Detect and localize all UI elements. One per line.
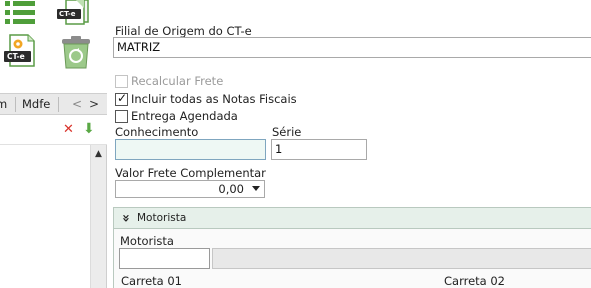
chevron-down-icon: [252, 186, 260, 191]
tab-prev-arrow-icon[interactable]: <: [72, 94, 82, 115]
motorista-panel-header[interactable]: » Motorista: [113, 207, 591, 229]
motorista-code-input[interactable]: [119, 248, 210, 269]
left-list-toolbar: ✕ ⬇: [0, 115, 107, 145]
tab-mdfe[interactable]: Mdfe: [22, 94, 50, 115]
recalcular-frete-row: Recalcular Frete: [115, 74, 255, 89]
cte-document-icon[interactable]: CT-e: [56, 0, 92, 26]
cte-badge-text: CT-e: [59, 10, 76, 18]
recycle-bin-icon[interactable]: [60, 36, 92, 70]
conhecimento-input[interactable]: [115, 139, 266, 160]
serie-label: Série: [272, 125, 302, 139]
entrega-agendada-label: Entrega Agendada: [131, 109, 238, 123]
scroll-up-arrow-icon[interactable]: ▲: [91, 147, 106, 161]
incluir-notas-row: ✓ Incluir todas as Notas Fiscais: [115, 91, 315, 107]
left-list: [0, 145, 90, 288]
entrega-agendada-row: Entrega Agendada: [115, 109, 255, 124]
list-icon[interactable]: [4, 0, 36, 26]
incluir-notas-checkbox[interactable]: ✓: [115, 91, 128, 106]
left-tabstrip: m Mdfe < >: [0, 93, 107, 115]
tab-divider: [15, 97, 16, 112]
delete-icon[interactable]: ✕: [63, 123, 74, 137]
entrega-agendada-checkbox[interactable]: [115, 110, 128, 123]
tab-next-arrow-icon[interactable]: >: [89, 94, 99, 115]
conhecimento-label: Conhecimento: [115, 125, 199, 139]
incluir-notas-label: Incluir todas as Notas Fiscais: [131, 92, 297, 106]
recalcular-frete-checkbox[interactable]: [115, 75, 128, 88]
recalcular-frete-label: Recalcular Frete: [131, 74, 224, 88]
carreta2-label: Carreta 02: [444, 274, 505, 288]
motorista-name-field: [212, 248, 591, 269]
collapse-chevron-icon[interactable]: »: [117, 214, 134, 222]
filial-field[interactable]: MATRIZ: [113, 37, 591, 58]
left-list-scrollbar[interactable]: ▲: [90, 145, 106, 288]
download-arrow-icon[interactable]: ⬇: [83, 122, 95, 137]
filial-label: Filial de Origem do CT-e: [115, 24, 252, 38]
toolbar-icon-grid: CT-e CT-e: [0, 0, 107, 93]
tab-partial[interactable]: m: [0, 94, 14, 115]
valor-frete-value: 0,00: [218, 182, 244, 196]
motorista-panel-body: Motorista Carreta 01 Carreta 02: [113, 229, 591, 288]
valor-frete-dropdown[interactable]: 0,00: [115, 180, 265, 198]
motorista-panel-title: Motorista: [137, 212, 187, 224]
cte-badge-text: CT-e: [7, 52, 25, 61]
tab-divider: [58, 97, 59, 112]
cte-settings-icon[interactable]: CT-e: [4, 34, 38, 68]
serie-input[interactable]: 1: [271, 139, 367, 160]
checkmark-icon: ✓: [117, 91, 128, 105]
carreta1-label: Carreta 01: [121, 274, 182, 288]
left-pane: CT-e CT-e m Mdfe < > ✕ ⬇ ▲: [0, 0, 107, 288]
valor-frete-label: Valor Frete Complementar: [115, 166, 266, 180]
motorista-label: Motorista: [120, 234, 174, 248]
